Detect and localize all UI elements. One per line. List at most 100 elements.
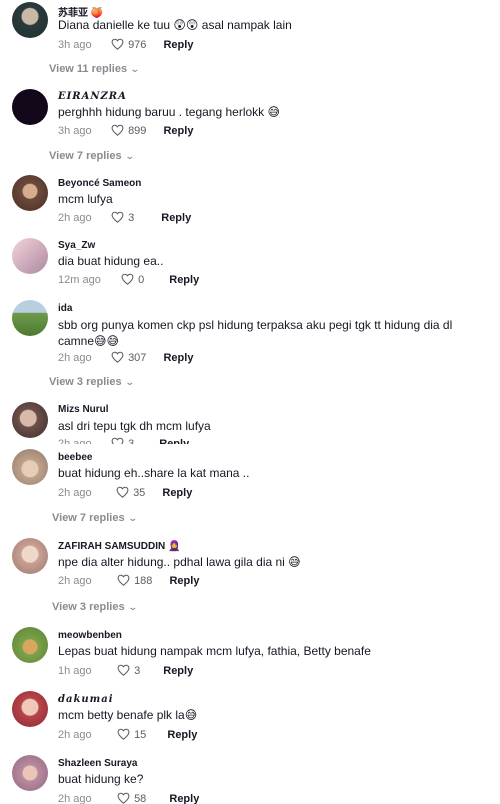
avatar[interactable] [12, 300, 48, 336]
comment-meta: 2h ago 35 Reply [58, 485, 192, 501]
comment-time: 1h ago [58, 665, 92, 677]
like-count: 35 [133, 487, 146, 499]
view-replies-button[interactable]: View 7 replies ⌄ [49, 150, 135, 162]
comment-text: dia buat hidung ea.. [58, 254, 164, 268]
comment-username[interactable]: beebee [58, 452, 92, 463]
like-count: 58 [134, 793, 147, 804]
reply-button[interactable]: Reply [163, 350, 193, 366]
reply-button[interactable]: Reply [163, 663, 193, 679]
reply-button[interactable]: Reply [169, 573, 199, 589]
comment-username[interactable]: Beyoncé Sameon [58, 178, 141, 189]
comment-meta: 2h ago 15 Reply [58, 727, 197, 743]
like-count: 307 [128, 352, 147, 364]
like-button[interactable]: 3 [111, 436, 134, 444]
comment-meta: 1h ago 3 Reply [58, 663, 193, 679]
like-button[interactable]: 15 [117, 727, 146, 743]
avatar[interactable] [12, 449, 48, 485]
view-replies-label: View 3 replies [49, 376, 122, 388]
reply-button[interactable]: Reply [169, 272, 199, 288]
view-replies-label: View 7 replies [52, 512, 125, 524]
comment-username[interactable]: ZAFIRAH SAMSUDDIN 🧕 [58, 541, 180, 552]
chevron-down-icon: ⌄ [124, 377, 135, 387]
heart-outline-icon [111, 211, 124, 223]
reply-button[interactable]: Reply [167, 727, 197, 743]
view-replies-button[interactable]: View 3 replies ⌄ [52, 601, 138, 613]
comment-username[interactable]: 𝑬𝑰𝑹𝑨𝑵𝒁𝑹𝑨 [58, 91, 127, 102]
view-replies-button[interactable]: View 3 replies ⌄ [49, 376, 135, 388]
comment-time: 2h ago [58, 487, 92, 499]
reply-button[interactable]: Reply [162, 485, 192, 501]
heart-outline-icon [117, 792, 130, 804]
avatar[interactable] [12, 238, 48, 274]
comment-username[interactable]: Mizs Nurul [58, 404, 109, 415]
heart-outline-icon [121, 273, 134, 285]
like-count: 188 [134, 575, 153, 587]
avatar[interactable] [12, 627, 48, 663]
like-button[interactable]: 3 [111, 210, 134, 226]
reply-button[interactable]: Reply [169, 791, 199, 804]
comment-text: perghhh hidung baruu . tegang herlokk 😅 [58, 105, 280, 119]
like-button[interactable]: 899 [111, 123, 146, 139]
comment-username[interactable]: ida [58, 303, 72, 314]
heart-outline-icon [111, 437, 124, 444]
comment-time: 2h ago [58, 729, 92, 741]
comment-meta: 3h ago 976 Reply [58, 37, 193, 53]
like-count: 976 [128, 39, 147, 51]
like-count: 3 [134, 665, 141, 677]
reply-button[interactable]: Reply [163, 37, 193, 53]
comment-text: asl dri tepu tgk dh mcm lufya [58, 419, 211, 433]
view-replies-button[interactable]: View 11 replies ⌄ [49, 63, 140, 75]
comment-text: buat hidung ke? [58, 772, 144, 786]
reply-button[interactable]: Reply [159, 436, 189, 444]
heart-outline-icon [111, 38, 124, 50]
reply-button[interactable]: Reply [161, 210, 191, 226]
like-button[interactable]: 35 [116, 485, 145, 501]
comment-time: 2h ago [58, 352, 92, 364]
like-button[interactable]: 0 [121, 272, 144, 288]
avatar[interactable] [12, 755, 48, 791]
chevron-down-icon: ⌄ [127, 602, 138, 612]
comment-meta: 2h ago 3 Reply [58, 210, 191, 226]
chevron-down-icon: ⌄ [127, 513, 138, 523]
like-count: 15 [134, 729, 147, 741]
like-count: 3 [128, 212, 135, 224]
comment-username[interactable]: meowbenben [58, 630, 122, 641]
like-button[interactable]: 3 [117, 663, 140, 679]
comment-meta: 2h ago 188 Reply [58, 573, 199, 589]
like-count: 3 [128, 438, 135, 444]
comment-time: 2h ago [58, 438, 92, 444]
avatar[interactable] [12, 402, 48, 438]
comment-text: mcm lufya [58, 192, 113, 206]
avatar[interactable] [12, 691, 48, 727]
comment-meta: 2h ago 307 Reply [58, 350, 193, 366]
like-button[interactable]: 976 [111, 37, 146, 53]
comment-text: buat hidung eh..share la kat mana .. [58, 466, 250, 480]
avatar[interactable] [12, 2, 48, 38]
chevron-down-icon: ⌄ [124, 151, 135, 161]
comment-meta: 3h ago 899 Reply [58, 123, 193, 139]
like-button[interactable]: 58 [117, 791, 146, 804]
comment-time: 2h ago [58, 793, 92, 804]
comment-text: sbb org punya komen ckp psl hidung terpa… [58, 318, 453, 348]
avatar[interactable] [12, 89, 48, 125]
comment-text: npe dia alter hidung.. pdhal lawa gila d… [58, 555, 301, 569]
comment-meta: 2h ago 3 Reply [58, 436, 189, 444]
heart-outline-icon [111, 351, 124, 363]
like-button[interactable]: 307 [111, 350, 146, 366]
heart-outline-icon [111, 124, 124, 136]
like-count: 899 [128, 125, 147, 137]
avatar[interactable] [12, 175, 48, 211]
like-button[interactable]: 188 [117, 573, 152, 589]
reply-button[interactable]: Reply [163, 123, 193, 139]
comment-meta: 2h ago 58 Reply [58, 791, 199, 804]
comment-username[interactable]: Sya_Zw [58, 240, 95, 251]
view-replies-button[interactable]: View 7 replies ⌄ [52, 512, 138, 524]
avatar[interactable] [12, 538, 48, 574]
comment-username[interactable]: 𝒅𝒂𝒌𝒖𝒎𝒂𝒊 [58, 694, 114, 705]
heart-outline-icon [117, 574, 130, 586]
comment-time: 2h ago [58, 575, 92, 587]
comment-username[interactable]: Shazleen Suraya [58, 758, 137, 769]
comment-time: 12m ago [58, 274, 101, 286]
comment-time: 3h ago [58, 39, 92, 51]
like-count: 0 [138, 274, 145, 286]
